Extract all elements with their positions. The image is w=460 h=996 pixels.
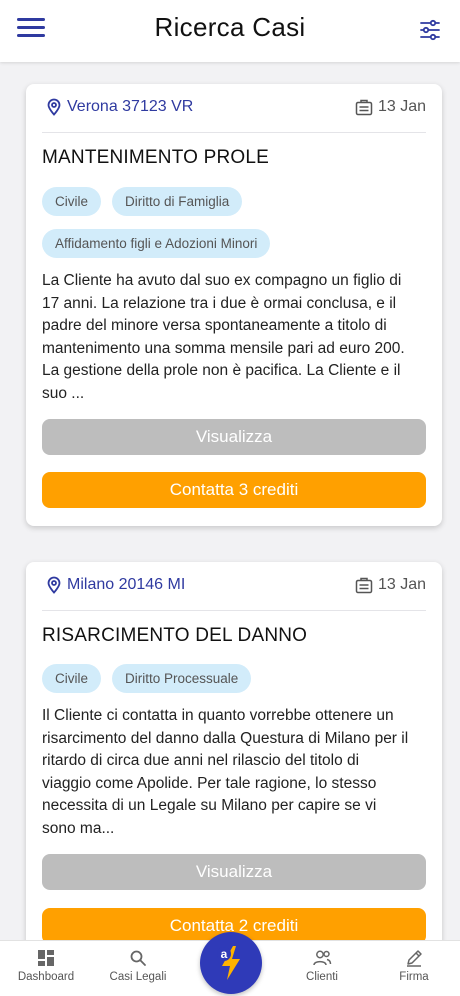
nav-casi-legali[interactable]: Casi Legali xyxy=(92,949,184,983)
case-tag: Civile xyxy=(42,187,102,216)
description-line: La gestione della prole non è pacifica. … xyxy=(42,362,401,379)
nav-firma-label: Firma xyxy=(399,971,429,983)
nav-clienti[interactable]: Clienti xyxy=(276,949,368,983)
description-line: viaggio come Apolide. Per tale ragione, … xyxy=(42,774,377,792)
case-tag: Diritto Processuale xyxy=(112,664,252,693)
lightning-bolt-icon: a xyxy=(217,946,240,980)
case-tag: Diritto di Famiglia xyxy=(112,187,243,216)
case-description: Il Cliente ci contatta in quanto vorrebb… xyxy=(42,705,428,840)
case-date-text: 13 Jan xyxy=(377,98,426,115)
view-case-button[interactable]: Visualizza xyxy=(42,419,426,455)
map-pin-icon xyxy=(47,98,61,116)
case-date-text: 13 Jan xyxy=(377,576,426,593)
case-meta-row: Verona 37123 VR 13 Jan xyxy=(46,98,426,120)
case-location: Verona 37123 VR xyxy=(46,98,193,116)
description-line: Il Cliente ci contatta in quanto vorrebb… xyxy=(42,707,394,724)
divider xyxy=(42,132,426,133)
nav-dashboard[interactable]: Dashboard xyxy=(0,949,92,983)
case-title: RISARCIMENTO DEL DANNO xyxy=(42,625,308,646)
case-location: Milano 20146 MI xyxy=(46,576,185,594)
case-location-text: Verona 37123 VR xyxy=(67,98,194,115)
case-tag: Affidamento figli e Adozioni Minori xyxy=(42,229,271,258)
case-card: Milano 20146 MI 13 Jan RISARCIMENTO DEL … xyxy=(26,562,442,982)
description-line: La Cliente ha avuto dal suo ex compagno … xyxy=(42,272,402,289)
nav-casi-legali-label: Casi Legali xyxy=(109,971,167,983)
description-line: 17 anni. La relazione tra i due è ormai … xyxy=(42,294,397,312)
fab-main-button[interactable]: a xyxy=(200,932,262,994)
sliders-filter-icon[interactable] xyxy=(418,18,442,42)
divider xyxy=(42,610,426,611)
case-description: La Cliente ha avuto dal suo ex compagno … xyxy=(42,270,428,405)
briefcase-calendar-icon xyxy=(355,577,373,593)
description-line: sono ma... xyxy=(42,819,115,837)
description-line: necessita di un Legale su Milano per cap… xyxy=(42,797,377,814)
app-header: Ricerca Casi xyxy=(0,0,460,62)
search-icon xyxy=(130,950,146,966)
view-case-button[interactable]: Visualizza xyxy=(42,854,426,890)
nav-firma[interactable]: Firma xyxy=(368,949,460,983)
map-pin-icon xyxy=(47,576,61,594)
description-line: suo ... xyxy=(42,384,85,402)
description-line: ritardo di circa due anni nel rilascio d… xyxy=(42,752,360,769)
users-icon xyxy=(313,950,332,966)
case-tag: Civile xyxy=(42,664,102,693)
case-date: 13 Jan xyxy=(355,98,426,116)
pen-icon xyxy=(407,950,422,967)
grid-dashboard-icon xyxy=(38,950,54,966)
nav-clienti-label: Clienti xyxy=(306,971,338,983)
description-line: padre del minore versa spontaneamente a … xyxy=(42,317,387,334)
case-location-text: Milano 20146 MI xyxy=(67,576,186,593)
page-title: Ricerca Casi xyxy=(154,12,306,42)
case-title: MANTENIMENTO PROLE xyxy=(42,147,270,168)
description-line: mantenimento una somma mensile pari ad e… xyxy=(42,339,405,357)
case-card: Verona 37123 VR 13 Jan MANTENIMENTO PROL… xyxy=(26,84,442,526)
nav-dashboard-label: Dashboard xyxy=(17,971,75,983)
briefcase-calendar-icon xyxy=(355,99,373,115)
fab-letter: a xyxy=(221,947,228,961)
case-date: 13 Jan xyxy=(355,576,426,594)
case-meta-row: Milano 20146 MI 13 Jan xyxy=(46,576,426,598)
contact-case-button[interactable]: Contatta 3 crediti xyxy=(42,472,426,508)
description-line: risarcimento del danno dalla Questura di… xyxy=(42,729,409,747)
